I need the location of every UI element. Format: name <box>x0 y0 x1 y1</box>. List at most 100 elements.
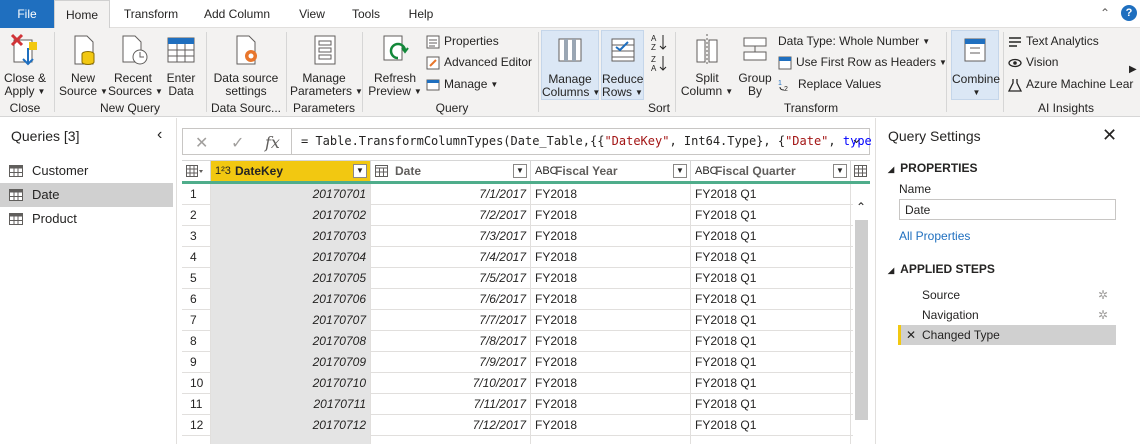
table-menu-button[interactable] <box>182 160 211 181</box>
data-source-settings-button[interactable]: Data source settings <box>210 30 282 100</box>
cell-fiscal-year[interactable]: FY2018 <box>531 310 691 331</box>
split-column-button[interactable]: Split Column ▼ <box>680 30 734 100</box>
column-type-icon[interactable]: 1²3 <box>215 161 231 182</box>
cell-fiscal-year[interactable]: FY2018 <box>531 394 691 415</box>
cell-date[interactable]: 7/7/2017 <box>371 310 531 331</box>
expand-formula-icon[interactable]: ⌄ <box>851 131 862 147</box>
cell-datekey[interactable]: 20170709 <box>211 352 371 373</box>
cell-datekey[interactable]: 20170710 <box>211 373 371 394</box>
cell-fiscal-quarter[interactable]: FY2018 Q1 <box>691 226 851 247</box>
cell-datekey[interactable]: 20170712 <box>211 415 371 436</box>
formula-input[interactable]: = Table.TransformColumnTypes(Date_Table,… <box>301 134 872 148</box>
cell-fiscal-year[interactable]: FY2018 <box>531 184 691 205</box>
cell-fiscal-year[interactable]: FY2018 <box>531 373 691 394</box>
cell-date[interactable]: 7/12/2017 <box>371 415 531 436</box>
close-apply-button[interactable]: Close & Apply ▼ <box>2 30 48 100</box>
replace-values-button[interactable]: 1 2 Replace Values <box>778 74 881 94</box>
collapse-ribbon-icon[interactable]: ⌃ <box>1100 6 1110 20</box>
close-icon[interactable]: ✕ <box>1102 125 1117 146</box>
cell-fiscal-year[interactable]: FY2018 <box>531 289 691 310</box>
use-first-row-button[interactable]: Use First Row as Headers ▼ <box>778 52 947 72</box>
azure-ml-button[interactable]: Azure Machine Lear <box>1007 74 1133 94</box>
cell-fiscal-year[interactable]: FY2018 <box>531 247 691 268</box>
cell-fiscal-quarter[interactable]: FY2018 Q1 <box>691 352 851 373</box>
cell-date[interactable]: 7/10/2017 <box>371 373 531 394</box>
tab-file[interactable]: File <box>0 0 54 28</box>
new-source-button[interactable]: New Source ▼ <box>59 30 108 100</box>
cell-datekey[interactable]: 20170708 <box>211 331 371 352</box>
cell-fiscal-year[interactable]: FY2018 <box>531 226 691 247</box>
sort-ascending-button[interactable]: AZ <box>651 31 671 52</box>
tab-tools[interactable]: Tools <box>343 0 389 28</box>
cell-date[interactable]: 7/3/2017 <box>371 226 531 247</box>
combine-button[interactable]: Combine ▼ <box>951 30 1000 100</box>
scrollbar-thumb[interactable] <box>855 220 868 420</box>
cell-fiscal-quarter[interactable]: FY2018 Q1 <box>691 205 851 226</box>
sort-descending-button[interactable]: ZA <box>651 52 671 73</box>
collapse-pane-icon[interactable]: ‹ <box>157 126 162 144</box>
manage-columns-button[interactable]: Manage Columns ▼ <box>541 30 600 100</box>
cell-datekey[interactable]: 20170706 <box>211 289 371 310</box>
cancel-icon[interactable]: ✕ <box>195 133 208 153</box>
manage-parameters-button[interactable]: Manage Parameters ▼ <box>290 30 363 100</box>
gear-icon[interactable]: ✲ <box>1098 285 1108 305</box>
cell-fiscal-quarter[interactable]: FY2018 Q1 <box>691 373 851 394</box>
tab-view[interactable]: View <box>289 0 335 28</box>
cell-fiscal-quarter[interactable]: FY2018 Q1 <box>691 310 851 331</box>
cell-fiscal-quarter[interactable] <box>691 436 851 444</box>
applied-steps-section-header[interactable]: ◢ APPLIED STEPS <box>888 262 995 276</box>
step-source[interactable]: Source ✲ <box>898 285 1116 305</box>
cell-date[interactable]: 7/1/2017 <box>371 184 531 205</box>
cell-date[interactable]: 7/4/2017 <box>371 247 531 268</box>
column-header-date[interactable]: Date ▼ <box>371 160 531 181</box>
cell-date[interactable]: 7/8/2017 <box>371 331 531 352</box>
filter-dropdown-icon[interactable]: ▼ <box>673 164 687 178</box>
step-changed-type[interactable]: ✕ Changed Type <box>898 325 1116 345</box>
cell-fiscal-year[interactable]: FY2018 <box>531 268 691 289</box>
scroll-up-icon[interactable]: ⌃ <box>856 200 866 214</box>
cell-fiscal-quarter[interactable]: FY2018 Q1 <box>691 394 851 415</box>
query-name-input[interactable] <box>899 199 1116 220</box>
filter-dropdown-icon[interactable]: ▼ <box>833 164 847 178</box>
column-header-fiscal-quarter[interactable]: ABC Fiscal Quarter ▼ <box>691 160 851 181</box>
vertical-scrollbar[interactable]: ⌃ <box>853 196 870 444</box>
cell-date[interactable]: 7/2/2017 <box>371 205 531 226</box>
advanced-editor-button[interactable]: Advanced Editor <box>426 52 532 72</box>
cell-datekey[interactable]: 20170704 <box>211 247 371 268</box>
cell-fiscal-quarter[interactable]: FY2018 Q1 <box>691 331 851 352</box>
cell-datekey[interactable]: 20170707 <box>211 310 371 331</box>
cell-fiscal-year[interactable]: FY2018 <box>531 415 691 436</box>
cell-datekey[interactable]: 20170711 <box>211 394 371 415</box>
recent-sources-button[interactable]: Recent Sources ▼ <box>108 30 163 100</box>
cell-fiscal-quarter[interactable]: FY2018 Q1 <box>691 289 851 310</box>
refresh-preview-button[interactable]: Refresh Preview ▼ <box>368 30 422 100</box>
cell-date[interactable]: 7/5/2017 <box>371 268 531 289</box>
tab-help[interactable]: Help <box>397 0 445 28</box>
manage-button[interactable]: Manage ▼ <box>426 74 498 94</box>
text-analytics-button[interactable]: Text Analytics <box>1008 31 1099 51</box>
confirm-icon[interactable]: ✓ <box>231 133 244 153</box>
cell-date[interactable] <box>371 436 531 444</box>
enter-data-button[interactable]: Enter Data <box>161 30 201 100</box>
tab-home[interactable]: Home <box>54 0 110 29</box>
filter-dropdown-icon[interactable]: ▼ <box>513 164 527 178</box>
step-navigation[interactable]: Navigation ✲ <box>898 305 1116 325</box>
cell-fiscal-quarter[interactable]: FY2018 Q1 <box>691 415 851 436</box>
all-properties-link[interactable]: All Properties <box>899 229 970 243</box>
filter-dropdown-icon[interactable]: ▼ <box>353 164 367 178</box>
cell-datekey[interactable]: 20170701 <box>211 184 371 205</box>
tab-add-column[interactable]: Add Column <box>194 0 280 28</box>
properties-section-header[interactable]: ◢ PROPERTIES <box>888 161 978 175</box>
fx-icon[interactable]: fx <box>265 133 280 152</box>
cell-fiscal-year[interactable]: FY2018 <box>531 205 691 226</box>
tab-transform[interactable]: Transform <box>113 0 189 28</box>
delete-step-icon[interactable]: ✕ <box>906 325 916 345</box>
cell-fiscal-quarter[interactable]: FY2018 Q1 <box>691 247 851 268</box>
reduce-rows-button[interactable]: Reduce Rows ▼ <box>601 30 644 100</box>
query-item-date[interactable]: Date <box>0 183 173 207</box>
add-column-button[interactable] <box>851 160 870 181</box>
data-type-dropdown[interactable]: Data Type: Whole Number ▼ <box>778 31 930 51</box>
cell-datekey[interactable]: 20170703 <box>211 226 371 247</box>
gear-icon[interactable]: ✲ <box>1098 305 1108 325</box>
group-by-button[interactable]: Group By <box>736 30 774 100</box>
